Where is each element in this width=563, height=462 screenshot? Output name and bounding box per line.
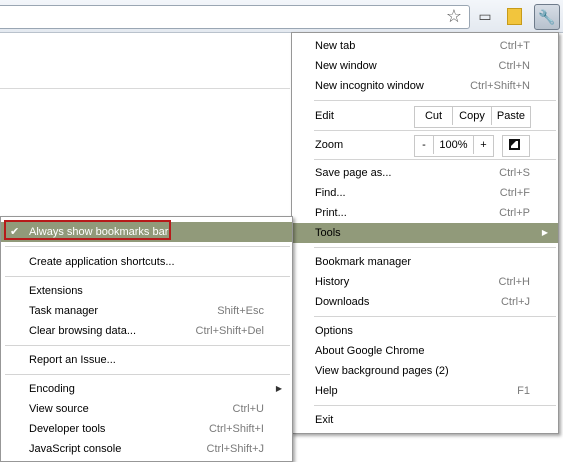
menu-item-label: Encoding [29,383,75,395]
menu-item-shortcut: Ctrl+Shift+N [470,80,530,92]
menu-item-label: View source [29,403,89,415]
tools-submenu: ✔ Always show bookmarks bar Create appli… [0,216,293,462]
menu-item-shortcut: Ctrl+J [500,296,530,308]
menu-item-label: Zoom [315,139,344,151]
menu-separator [314,159,556,160]
menu-item-bookmark-manager[interactable]: Bookmark manager [292,252,558,272]
menu-item-find[interactable]: Find... Ctrl+F [292,183,558,203]
menu-item-shortcut: Ctrl+S [499,167,530,179]
menu-item-label: New window [315,60,377,72]
submenu-arrow-icon: ▶ [541,228,548,237]
star-icon[interactable]: ☆ [444,6,464,26]
menu-item-label: New tab [315,40,356,52]
menu-item-task-manager[interactable]: Task manager Shift+Esc [1,301,292,321]
menu-item-developer-tools[interactable]: Developer tools Ctrl+Shift+I [1,419,292,439]
edit-button-group: Cut Copy Paste [414,106,531,128]
menu-item-label: Extensions [29,285,83,297]
menu-item-shortcut: Ctrl+Shift+I [208,423,264,435]
menu-item-label: Task manager [29,305,99,317]
menu-item-label: View background pages (2) [315,365,449,377]
menu-item-view-source[interactable]: View source Ctrl+U [1,399,292,419]
menu-item-shortcut: Ctrl+U [232,403,264,415]
menu-item-shortcut: F1 [517,385,530,397]
paste-button[interactable]: Paste [492,107,530,125]
menu-item-label: Help [315,385,338,397]
menu-row-edit: Edit Cut Copy Paste [292,104,558,128]
menu-item-extensions[interactable]: Extensions [1,281,292,301]
menu-item-label: About Google Chrome [315,345,425,357]
menu-item-options[interactable]: Options [292,321,558,341]
menu-separator [314,405,556,406]
menu-item-label: Tools [315,227,341,239]
zoom-out-button[interactable]: - [415,136,434,154]
menu-item-save-page[interactable]: Save page as... Ctrl+S [292,163,558,183]
menu-item-shortcut: Ctrl+Shift+J [206,443,264,455]
annotation-highlight-box [4,220,171,240]
menu-item-label: New incognito window [315,80,424,92]
menu-item-report-issue[interactable]: Report an Issue... [1,350,292,370]
zoom-level: 100% [434,136,474,154]
menu-item-help[interactable]: Help F1 [292,381,558,401]
menu-item-shortcut: Shift+Esc [217,305,264,317]
menu-item-label: Developer tools [29,423,106,435]
menu-item-create-shortcuts[interactable]: Create application shortcuts... [1,252,292,272]
menu-separator [314,316,556,317]
menu-separator [5,246,290,247]
menu-item-print[interactable]: Print... Ctrl+P [292,203,558,223]
menu-item-shortcut: Ctrl+P [499,207,530,219]
menu-item-shortcut: Ctrl+N [498,60,530,72]
fullscreen-icon[interactable] [502,135,530,157]
menu-item-label: History [315,276,350,288]
menu-item-label: Options [315,325,353,337]
browser-toolbar: ☆ ▭ 🔧 [0,0,563,33]
menu-item-label: Save page as... [315,167,392,179]
menu-separator [5,345,290,346]
wrench-icon[interactable]: 🔧 [534,4,560,30]
menu-separator [5,374,290,375]
menu-item-background-pages[interactable]: View background pages (2) [292,361,558,381]
menu-item-label: Print... [315,207,347,219]
menu-item-clear-browsing-data[interactable]: Clear browsing data... Ctrl+Shift+Del [1,321,292,341]
page-divider [0,88,290,89]
menu-item-label: Find... [315,187,346,199]
menu-item-history[interactable]: History Ctrl+H [292,272,558,292]
menu-item-new-tab[interactable]: New tab Ctrl+T [292,36,558,56]
menu-item-downloads[interactable]: Downloads Ctrl+J [292,292,558,312]
menu-item-label: Clear browsing data... [29,325,136,337]
menu-item-label: Downloads [315,296,370,308]
menu-item-label: Edit [315,110,334,122]
zoom-button-group: - 100% + [414,135,494,157]
menu-separator [5,276,290,277]
menu-item-exit[interactable]: Exit [292,410,558,430]
menu-item-about[interactable]: About Google Chrome [292,341,558,361]
menu-item-shortcut: Ctrl+T [499,40,530,52]
menu-item-javascript-console[interactable]: JavaScript console Ctrl+Shift+J [1,439,292,459]
menu-separator [314,247,556,248]
menu-item-shortcut: Ctrl+H [498,276,530,288]
menu-item-tools[interactable]: Tools ▶ [292,223,558,243]
menu-item-shortcut: Ctrl+Shift+Del [195,325,264,337]
menu-item-new-window[interactable]: New window Ctrl+N [292,56,558,76]
menu-item-new-incognito-window[interactable]: New incognito window Ctrl+Shift+N [292,76,558,96]
menu-separator [314,100,556,101]
zoom-in-button[interactable]: + [474,136,493,154]
menu-separator [314,130,556,131]
menu-item-label: Bookmark manager [315,256,411,268]
menu-item-label: Exit [315,414,334,426]
address-bar[interactable] [0,5,470,29]
wrench-menu: New tab Ctrl+T New window Ctrl+N New inc… [291,32,559,434]
menu-item-label: JavaScript console [29,443,122,455]
menu-item-label: Create application shortcuts... [29,256,175,268]
cut-button[interactable]: Cut [415,107,453,125]
copy-button[interactable]: Copy [453,107,492,125]
menu-item-shortcut: Ctrl+F [499,187,530,199]
bookmark-icon[interactable] [503,6,525,26]
submenu-arrow-icon: ▶ [275,384,282,393]
menu-item-label: Report an Issue... [29,354,116,366]
menu-row-zoom: Zoom - 100% + [292,133,558,157]
menu-item-encoding[interactable]: Encoding ▶ [1,379,292,399]
page-icon[interactable]: ▭ [474,6,496,26]
